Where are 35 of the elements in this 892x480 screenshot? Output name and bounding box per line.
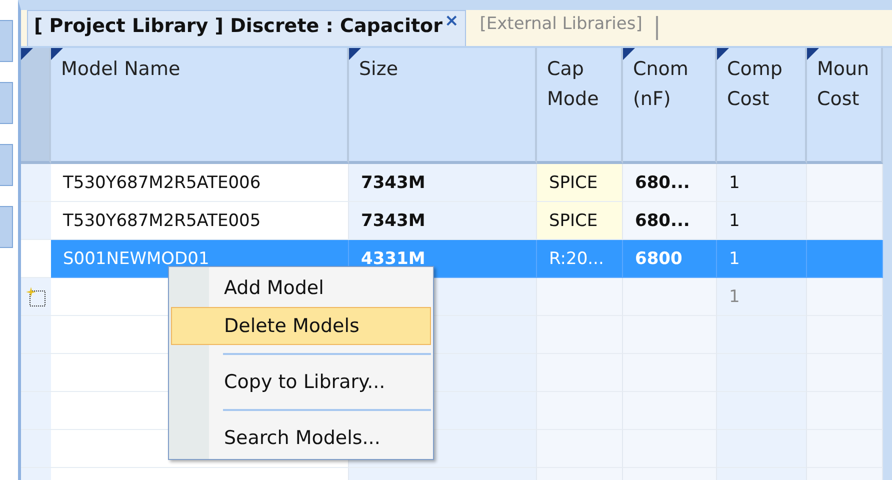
table-cell: T530Y687M2R5ATE005 [51,202,349,240]
table-cell: 1 [717,240,807,278]
table-cell: R:20... [537,240,623,278]
menu-item[interactable]: Search Models... [171,419,431,457]
menu-item[interactable]: Delete Models [171,307,431,345]
panel-edge [0,206,13,248]
tab[interactable]: [ Project Library ] Discrete : Capacitor× [27,10,466,46]
table-cell: 7343M [349,164,537,202]
table-cell: 7343M [349,202,537,240]
table-cell: 1 [717,164,807,202]
table-cell: T530Y687M2R5ATE006 [51,164,349,202]
panel-edge [0,82,13,124]
column-header[interactable]: Size [349,48,537,164]
table-cell: SPICE [537,202,623,240]
column-header[interactable]: Model Name [51,48,349,164]
table-cell: 1 [717,278,807,316]
corner-marker-icon [21,48,33,60]
table-cell: 680... [623,202,717,240]
column-header[interactable]: Comp Cost [717,48,807,164]
panel-edge [0,144,13,186]
table-cell: 6800 [623,240,717,278]
column-header[interactable]: Moun Cost [807,48,883,164]
row-header [21,354,51,392]
table-cell: 1 [717,202,807,240]
menu-item[interactable]: Copy to Library... [171,363,431,401]
panel-edge [0,20,13,62]
row-header [21,164,51,202]
new-row-icon [25,286,47,308]
close-icon[interactable]: × [444,15,459,27]
column-header[interactable]: Cap Mode [537,48,623,164]
row-header [21,392,51,430]
column-header[interactable]: Cnom (nF) [623,48,717,164]
table-cell: SPICE [537,164,623,202]
table-cell: 680... [623,164,717,202]
row-header [21,202,51,240]
